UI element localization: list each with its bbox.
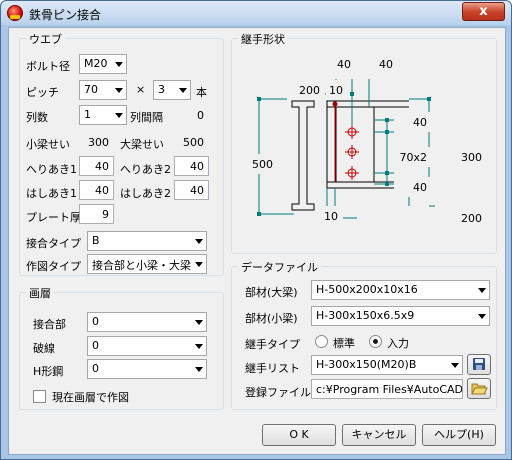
dim-right-40a: 40 — [394, 112, 432, 132]
dim-top-b: 40 — [360, 54, 398, 74]
small-member-select[interactable]: H-300x150x6.5x9 — [311, 306, 490, 326]
chevron-down-icon — [478, 314, 486, 319]
folder-open-icon — [471, 383, 488, 395]
current-layer-label: 現在画層で作図 — [52, 391, 129, 404]
layer-joint-select[interactable]: 0 — [87, 312, 207, 332]
open-file-button[interactable] — [467, 378, 491, 399]
chevron-down-icon — [195, 320, 203, 325]
large-member-select[interactable]: H-500x200x10x16 — [311, 280, 490, 300]
dialog-body: ウエブ ボルト径 M20 ピッチ 70 × 3 本 列数 1 列間隔 0 小梁せ… — [8, 27, 506, 455]
radio-input[interactable] — [369, 335, 382, 348]
layer-dashed-select[interactable]: 0 — [87, 336, 207, 356]
joint-kind-label: 継手タイプ — [245, 338, 300, 351]
joint-diagram — [257, 79, 435, 224]
small-member-label: 部材(小梁) — [245, 312, 298, 325]
joint-list-label: 継手リスト — [245, 362, 300, 375]
radio-standard-label: 標準 — [333, 337, 355, 350]
joint-list-select[interactable]: H-300x150(M20)B — [311, 355, 463, 375]
registry-file-label: 登録ファイル — [245, 386, 311, 399]
registry-file-input[interactable]: c:¥Program Files¥AutoCAD C — [311, 379, 463, 399]
window-title: 鉄骨ピン接合 — [29, 8, 102, 22]
chevron-down-icon — [478, 288, 486, 293]
large-beam-section — [291, 100, 315, 211]
chevron-down-icon — [451, 363, 459, 368]
help-button[interactable]: ヘルプ(H) — [422, 424, 496, 446]
bolt-mark — [345, 125, 359, 139]
chevron-down-icon — [195, 344, 203, 349]
radio-standard[interactable] — [315, 335, 328, 348]
bolt-mark — [345, 145, 359, 159]
floppy-disk-icon — [473, 358, 485, 370]
close-button[interactable]: x — [462, 2, 505, 21]
dim-right-40b: 40 — [394, 177, 432, 197]
layer-h-steel-select[interactable]: 0 — [87, 359, 207, 379]
cancel-button[interactable]: キャンセル — [342, 424, 416, 446]
bolt-mark — [345, 166, 359, 180]
data-file-group-title: データファイル — [238, 259, 321, 275]
dim-bottom-200: 200 — [449, 208, 487, 228]
radio-input-label: 入力 — [387, 337, 409, 350]
layer-h-steel-label: H形鋼 — [33, 365, 64, 378]
ok-button[interactable]: O K — [262, 424, 336, 446]
dim-height-500: 500 — [242, 154, 278, 174]
dim-bottom-10: 10 — [321, 206, 343, 226]
layer-dashed-label: 破線 — [33, 342, 55, 355]
dialog-window: 鉄骨ピン接合 x ウエブ ボルト径 M20 ピッチ 70 × 3 本 列数 1 … — [0, 0, 512, 460]
chevron-down-icon — [195, 367, 203, 372]
layer-group-title: 画層 — [26, 285, 54, 301]
dim-right-70x2: 70x2 — [394, 147, 432, 167]
dim-top-a: 40 — [318, 54, 356, 74]
dim-height-300: 300 — [449, 147, 487, 167]
dim-width-10: 10 — [326, 80, 348, 100]
app-icon — [7, 5, 23, 21]
title-bar: 鉄骨ピン接合 x — [1, 1, 511, 25]
small-beam-top-flange — [327, 100, 409, 108]
save-button[interactable] — [467, 354, 491, 375]
dim-width-200: 200 — [287, 80, 325, 100]
current-layer-checkbox[interactable] — [33, 390, 46, 403]
layer-joint-label: 接合部 — [33, 318, 66, 331]
large-member-label: 部材(大梁) — [245, 286, 298, 299]
